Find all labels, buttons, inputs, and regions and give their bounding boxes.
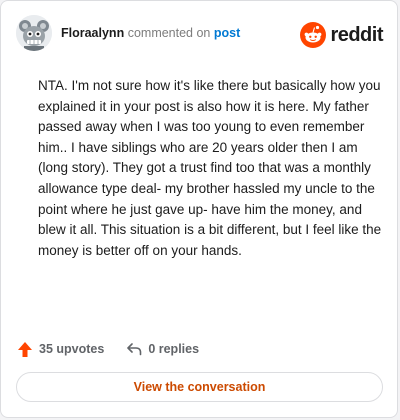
comment-card: Floraalynn commented on post reddit NTA.… (0, 0, 398, 418)
replies-button[interactable]: 0 replies (126, 342, 199, 356)
replies-count: 0 replies (148, 342, 200, 356)
upvotes-button[interactable]: 35 upvotes (17, 341, 104, 358)
action-text: commented on (127, 26, 211, 40)
comment-body: NTA. I'm not sure how it's like there bu… (38, 78, 382, 258)
reddit-wordmark: reddit (330, 23, 383, 46)
user-avatar-icon[interactable] (16, 15, 52, 51)
upvote-arrow-icon (18, 341, 32, 357)
upvotes-count: 35 upvotes (39, 342, 105, 356)
reply-arrow-icon (127, 343, 142, 356)
comment-header: Floraalynn commented on post reddit (16, 15, 383, 51)
post-link[interactable]: post (214, 26, 240, 40)
comment-actions: 35 upvotes 0 replies (17, 338, 221, 360)
comment-meta: Floraalynn commented on post (61, 26, 240, 40)
reddit-logo-icon (300, 22, 327, 48)
username-link[interactable]: Floraalynn (61, 26, 124, 40)
reddit-logo[interactable]: reddit (300, 21, 383, 49)
view-conversation-button[interactable]: View the conversation (16, 372, 383, 402)
